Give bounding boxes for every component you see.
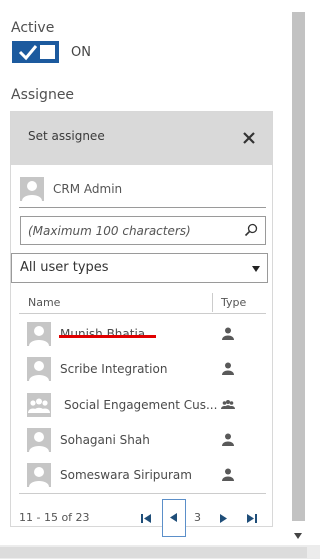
toggle-state-label: ON	[71, 45, 91, 60]
team-avatar-icon	[28, 398, 50, 413]
search-input[interactable]	[21, 217, 235, 244]
user-type-select[interactable]: All user types	[11, 253, 268, 283]
user-name: Sohagani Shah	[60, 433, 150, 447]
user-name: Someswara Siripuram	[60, 468, 192, 482]
toggle-knob	[40, 45, 55, 59]
avatar	[27, 428, 51, 452]
avatar	[20, 177, 44, 201]
user-type-icon	[222, 327, 234, 340]
next-page-button[interactable]	[212, 506, 234, 530]
user-avatar-icon	[22, 181, 42, 201]
scroll-down-arrow-icon[interactable]	[293, 531, 303, 541]
list-item[interactable]: Sohagani Shah	[19, 422, 266, 458]
user-name: Social Engagement Cus...	[64, 398, 218, 412]
first-page-icon	[141, 514, 151, 523]
list-item[interactable]: Scribe Integration	[19, 351, 266, 387]
user-avatar-icon	[29, 432, 49, 452]
panel-header: Set assignee	[11, 112, 272, 165]
list-header: Name Type	[19, 291, 266, 314]
user-avatar-icon	[29, 326, 49, 346]
list-item[interactable]: Social Engagement Cus...	[19, 387, 266, 423]
avatar	[27, 463, 51, 487]
column-name[interactable]: Name	[28, 296, 60, 309]
column-type[interactable]: Type	[221, 296, 246, 309]
active-toggle[interactable]	[12, 41, 59, 63]
previous-page-icon	[170, 513, 177, 522]
user-type-icon	[222, 468, 234, 481]
previous-page-button[interactable]	[162, 499, 186, 537]
last-page-icon	[247, 514, 257, 523]
active-label: Active	[11, 20, 55, 36]
column-divider	[212, 293, 213, 312]
current-page: 3	[194, 511, 201, 524]
user-name: Scribe Integration	[60, 362, 168, 376]
set-assignee-panel: Set assignee CRM Admin (Maximum 100 char…	[10, 111, 273, 527]
pager-range: 11 - 15 of 23	[19, 511, 90, 524]
list-item[interactable]: Someswara Siripuram	[19, 457, 266, 493]
list-item[interactable]: Munish Bhatia	[19, 316, 266, 352]
search-icon[interactable]	[244, 223, 258, 237]
avatar	[27, 357, 51, 381]
first-page-button[interactable]	[136, 506, 158, 530]
team-type-icon	[221, 400, 235, 409]
current-assignee[interactable]: CRM Admin	[19, 174, 266, 208]
current-assignee-name: CRM Admin	[53, 182, 123, 196]
strike-through-mark	[59, 335, 156, 338]
user-type-icon	[222, 362, 234, 375]
user-avatar-icon	[29, 467, 49, 487]
user-type-selected: All user types	[20, 260, 109, 275]
caret-down-icon	[252, 266, 260, 272]
user-name: Munish Bhatia	[60, 327, 146, 341]
scrollbar-thumb[interactable]	[292, 12, 305, 521]
close-icon[interactable]	[241, 130, 257, 146]
next-page-icon	[220, 514, 227, 523]
assignee-label: Assignee	[11, 87, 75, 103]
user-type-icon	[222, 433, 234, 446]
user-avatar-icon	[29, 361, 49, 381]
properties-pane: Active ON Assignee Set assignee CRM Admi…	[0, 0, 288, 545]
list-divider	[19, 493, 266, 494]
avatar	[27, 393, 51, 417]
panel-body: CRM Admin All user types Name Type	[11, 165, 272, 526]
search-box	[20, 216, 266, 245]
avatar	[27, 322, 51, 346]
last-page-button[interactable]	[240, 506, 262, 530]
horizontal-scrollbar-thumb[interactable]	[0, 547, 307, 558]
checkmark-icon	[18, 45, 38, 61]
panel-title: Set assignee	[28, 129, 105, 143]
